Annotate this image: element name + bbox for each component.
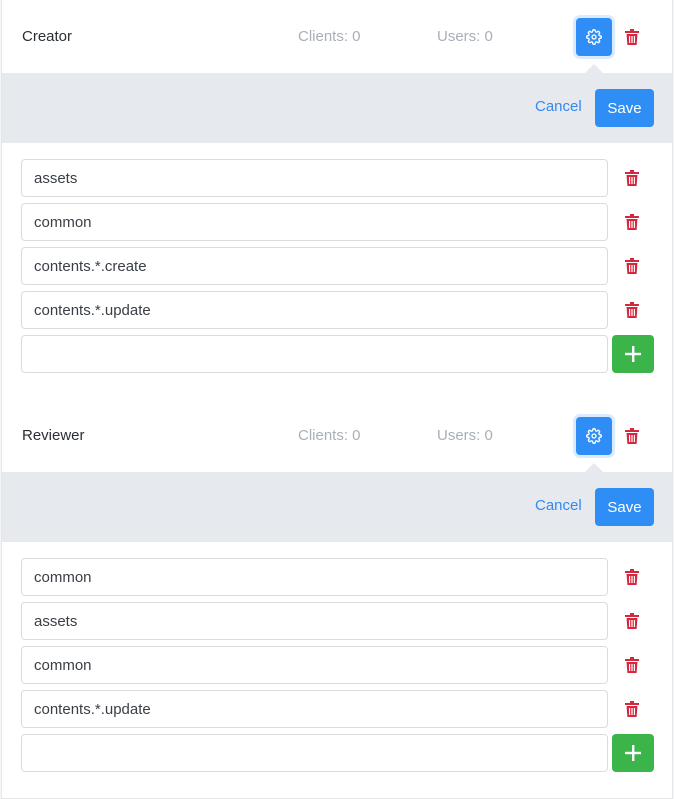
cancel-button[interactable]: Cancel	[535, 497, 582, 514]
permission-input[interactable]	[21, 203, 608, 241]
users-count: Users: 0	[437, 28, 493, 45]
delete-permission-button[interactable]	[623, 169, 641, 187]
trash-icon	[625, 428, 639, 444]
permission-input[interactable]	[21, 602, 608, 640]
permission-row	[2, 602, 672, 640]
trash-icon	[625, 613, 639, 629]
delete-role-button[interactable]	[623, 427, 641, 445]
cancel-button[interactable]: Cancel	[535, 98, 582, 115]
add-permission-button[interactable]	[612, 734, 654, 772]
permission-input[interactable]	[21, 558, 608, 596]
plus-icon	[625, 346, 641, 362]
new-permission-input[interactable]	[21, 335, 608, 373]
delete-permission-button[interactable]	[623, 568, 641, 586]
permission-input[interactable]	[21, 690, 608, 728]
permission-row	[2, 646, 672, 684]
permission-input[interactable]	[21, 291, 608, 329]
delete-permission-button[interactable]	[623, 612, 641, 630]
delete-permission-button[interactable]	[623, 700, 641, 718]
clients-count: Clients: 0	[298, 427, 361, 444]
permission-input[interactable]	[21, 247, 608, 285]
role-header: Reviewer Clients: 0 Users: 0	[2, 399, 672, 472]
clients-count: Clients: 0	[298, 28, 361, 45]
edit-action-bar: Cancel Save	[2, 463, 672, 542]
save-button[interactable]: Save	[595, 488, 654, 526]
popover-pointer	[584, 463, 604, 473]
role-card-reviewer: Reviewer Clients: 0 Users: 0 Cancel Save	[1, 399, 673, 799]
permission-row	[2, 558, 672, 596]
delete-permission-button[interactable]	[623, 213, 641, 231]
delete-permission-button[interactable]	[623, 257, 641, 275]
delete-permission-button[interactable]	[623, 301, 641, 319]
gear-icon	[586, 428, 602, 444]
role-name: Creator	[22, 28, 73, 45]
permission-row	[2, 247, 672, 285]
edit-action-bar: Cancel Save	[2, 64, 672, 143]
trash-icon	[625, 29, 639, 45]
new-permission-input[interactable]	[21, 734, 608, 772]
settings-button[interactable]	[576, 417, 612, 455]
new-permission-row	[2, 335, 672, 373]
trash-icon	[625, 657, 639, 673]
role-card-creator: Creator Clients: 0 Users: 0 Cancel Save	[1, 0, 673, 400]
trash-icon	[625, 214, 639, 230]
permission-input[interactable]	[21, 646, 608, 684]
trash-icon	[625, 170, 639, 186]
gear-icon	[586, 29, 602, 45]
save-button[interactable]: Save	[595, 89, 654, 127]
new-permission-row	[2, 734, 672, 772]
permission-row	[2, 291, 672, 329]
permission-row	[2, 159, 672, 197]
delete-permission-button[interactable]	[623, 656, 641, 674]
permission-row	[2, 203, 672, 241]
permissions-list	[2, 542, 672, 799]
add-permission-button[interactable]	[612, 335, 654, 373]
permissions-list	[2, 143, 672, 400]
settings-button[interactable]	[576, 18, 612, 56]
role-header: Creator Clients: 0 Users: 0	[2, 0, 672, 73]
trash-icon	[625, 302, 639, 318]
plus-icon	[625, 745, 641, 761]
users-count: Users: 0	[437, 427, 493, 444]
trash-icon	[625, 258, 639, 274]
trash-icon	[625, 701, 639, 717]
permission-input[interactable]	[21, 159, 608, 197]
popover-pointer	[584, 64, 604, 74]
delete-role-button[interactable]	[623, 28, 641, 46]
trash-icon	[625, 569, 639, 585]
permission-row	[2, 690, 672, 728]
role-name: Reviewer	[22, 427, 85, 444]
